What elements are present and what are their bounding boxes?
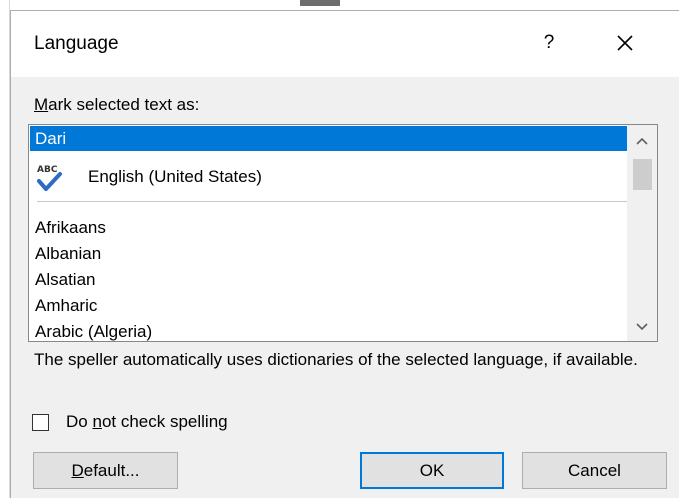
checkbox-label-end: ot check spelling: [101, 412, 228, 431]
no-spellcheck-label: Do not check spelling: [66, 412, 228, 432]
no-spellcheck-checkbox[interactable]: [32, 413, 49, 431]
default-accesskey: D: [71, 460, 84, 480]
mark-label-accesskey: M: [34, 95, 49, 114]
no-spellcheck-option[interactable]: Do not check spelling: [32, 409, 228, 435]
dialog-title: Language: [34, 33, 119, 54]
checkbox-label-start: Do: [66, 412, 93, 431]
mark-selected-label: Mark selected text as:: [34, 95, 199, 115]
cancel-button[interactable]: Cancel: [522, 452, 667, 489]
list-item-albanian[interactable]: Albanian: [30, 241, 637, 266]
list-item-dari[interactable]: Dari: [30, 126, 637, 151]
chevron-down-icon: [636, 323, 648, 331]
list-scrollbar[interactable]: [627, 125, 657, 341]
checkbox-label-accesskey: n: [92, 412, 102, 431]
list-item-english-us[interactable]: ABC English (United States): [30, 159, 637, 199]
list-item-alsatian[interactable]: Alsatian: [30, 267, 637, 292]
language-listbox[interactable]: Dari ABC English (United States) Afrikaa…: [28, 124, 658, 342]
scroll-down-button[interactable]: [627, 315, 657, 339]
scroll-up-button[interactable]: [627, 129, 657, 153]
close-button[interactable]: [603, 23, 647, 63]
scroll-thumb[interactable]: [633, 159, 652, 190]
help-button[interactable]: ?: [531, 25, 567, 61]
window-edge-top: [300, 0, 340, 6]
svg-text:ABC: ABC: [37, 165, 58, 175]
close-icon: [617, 35, 633, 51]
ok-button[interactable]: OK: [360, 452, 504, 489]
help-icon: ?: [543, 32, 555, 53]
list-item-afrikaans[interactable]: Afrikaans: [30, 215, 637, 240]
default-button[interactable]: Default...: [33, 452, 178, 489]
list-item-arabic-algeria[interactable]: Arabic (Algeria): [30, 319, 637, 341]
english-us-label: English (United States): [88, 167, 262, 186]
default-label: efault...: [83, 460, 140, 480]
list-item-amharic[interactable]: Amharic: [30, 293, 637, 318]
title-bar: Language ?: [11, 11, 679, 77]
list-separator: [37, 201, 633, 202]
chevron-up-icon: [636, 137, 648, 145]
language-dialog: Language ? Mark selected text as: Dari A…: [10, 10, 679, 498]
speller-info-text: The speller automatically uses dictionar…: [34, 350, 638, 369]
mark-label-text: ark selected text as:: [48, 95, 200, 114]
abc-spellcheck-icon: ABC: [37, 165, 62, 191]
